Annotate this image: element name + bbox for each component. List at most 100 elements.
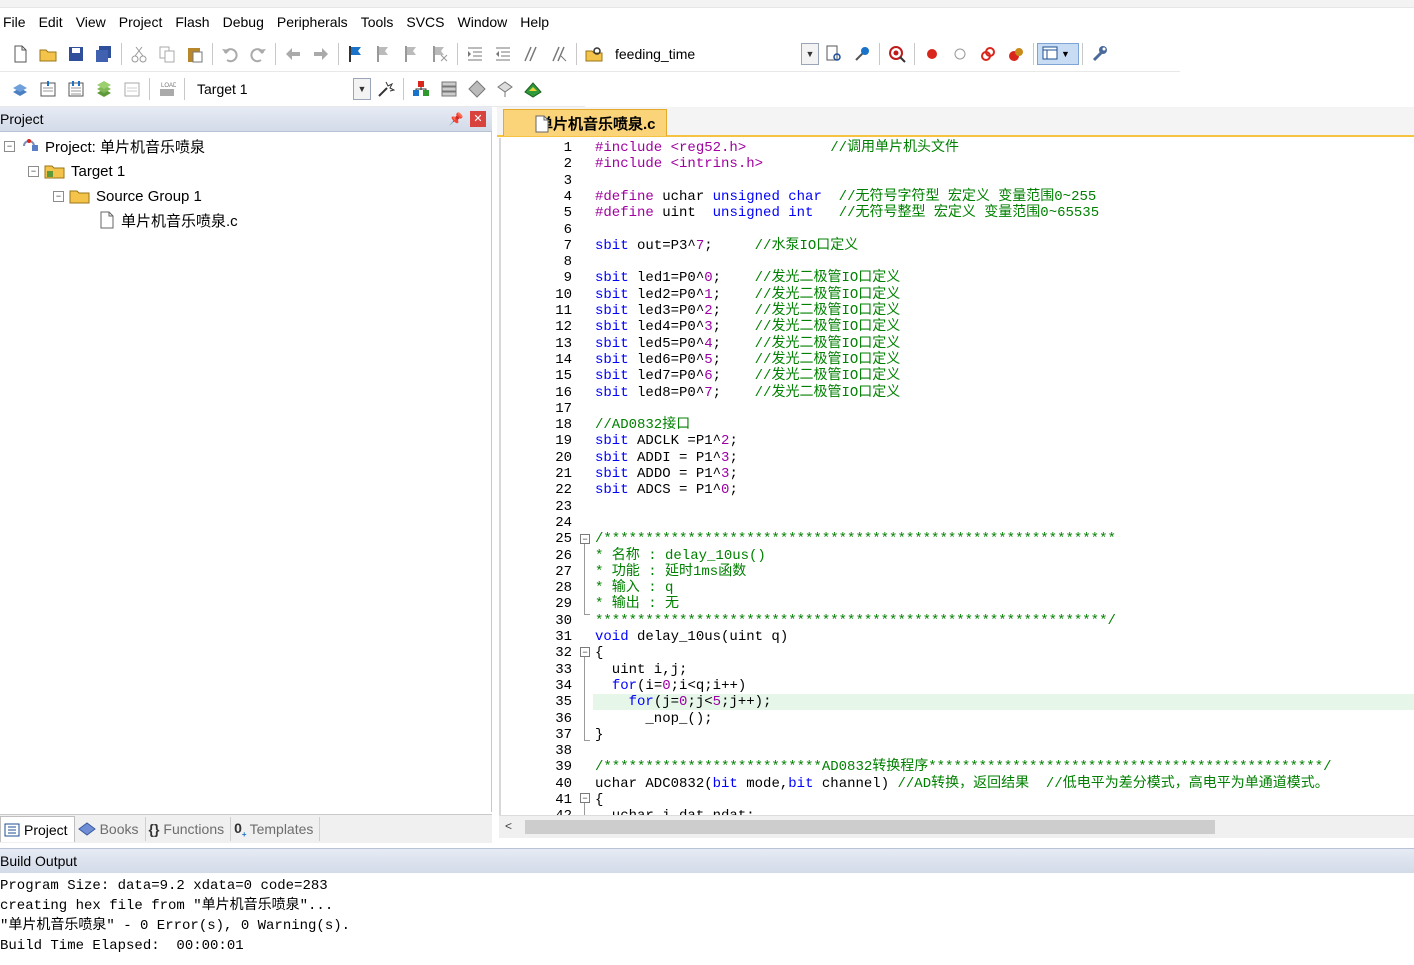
menu-tools[interactable]: Tools xyxy=(357,14,403,30)
menu-file[interactable]: File xyxy=(0,14,35,30)
tab-functions[interactable]: {} Functions xyxy=(146,817,232,841)
chevron-down-icon[interactable]: ▼ xyxy=(801,43,819,65)
code-line[interactable]: sbit led6=P0^5; //发光二极管IO口定义 xyxy=(595,352,900,368)
code-line[interactable]: void delay_10us(uint q) xyxy=(595,629,788,645)
code-line[interactable]: _nop_(); xyxy=(595,711,712,727)
code-line[interactable]: sbit ADCS = P1^0; xyxy=(595,482,738,498)
code-line[interactable]: sbit ADDO = P1^3; xyxy=(595,466,738,482)
copy-icon[interactable] xyxy=(153,41,181,67)
manage-rte-icon[interactable] xyxy=(519,76,547,102)
menu-view[interactable]: View xyxy=(72,14,115,30)
collapse-icon[interactable]: − xyxy=(28,165,39,177)
comment-icon[interactable] xyxy=(517,41,545,67)
chevron-down-icon[interactable]: ▼ xyxy=(353,78,371,100)
collapse-icon[interactable]: − xyxy=(53,190,64,202)
collapse-icon[interactable]: − xyxy=(4,140,15,152)
breakpoint-icon[interactable] xyxy=(918,41,946,67)
code-line[interactable]: #define uint unsigned int //无符号整型 宏定义 变量… xyxy=(595,205,1099,221)
cut-icon[interactable] xyxy=(125,41,153,67)
options-icon[interactable] xyxy=(372,76,400,102)
window-layout-button[interactable]: ▼ xyxy=(1037,43,1079,65)
kill-breakpoints-icon[interactable] xyxy=(974,41,1002,67)
pin-icon[interactable]: 📌 xyxy=(448,112,464,126)
code-editor[interactable]: 1 2 3 4 5 6 7 8 9 10 11 12 13 14 15 16 17 18 19 20 21 22 23 24 2… xyxy=(499,138,1414,815)
menu-flash[interactable]: Flash xyxy=(171,14,218,30)
incremental-find-icon[interactable] xyxy=(820,41,848,67)
file-extensions-icon[interactable] xyxy=(407,76,435,102)
function-combo[interactable]: feeding_time ▼ xyxy=(610,43,820,65)
tree-node-target[interactable]: − Target 1 xyxy=(28,160,125,182)
clear-bookmarks-icon[interactable] xyxy=(426,41,454,67)
forward-icon[interactable] xyxy=(307,41,335,67)
scroll-left-icon[interactable]: < xyxy=(505,819,512,833)
next-bookmark-icon[interactable] xyxy=(398,41,426,67)
prev-bookmark-icon[interactable] xyxy=(370,41,398,67)
code-line[interactable]: sbit ADCLK =P1^2; xyxy=(595,433,738,449)
open-folder-icon[interactable] xyxy=(34,41,62,67)
indent-icon[interactable] xyxy=(461,41,489,67)
tab-books[interactable]: Books xyxy=(75,817,146,841)
close-icon[interactable]: ✕ xyxy=(470,111,486,127)
build-output-panel[interactable]: Program Size: data=9.2 xdata=0 code=283 … xyxy=(0,873,1414,965)
code-line[interactable]: sbit led8=P0^7; //发光二极管IO口定义 xyxy=(595,385,900,401)
code-line[interactable]: * 输入 : q xyxy=(595,580,673,596)
batch-build-icon[interactable] xyxy=(90,76,118,102)
uncomment-icon[interactable] xyxy=(545,41,573,67)
bookmark-icon[interactable] xyxy=(342,41,370,67)
code-line[interactable]: #include <intrins.h> xyxy=(595,156,763,172)
stop-build-icon[interactable] xyxy=(118,76,146,102)
download-icon[interactable]: LOAD xyxy=(153,76,181,102)
fold-toggle-icon[interactable]: − xyxy=(580,647,590,657)
code-line[interactable]: sbit ADDI = P1^3; xyxy=(595,450,738,466)
paste-icon[interactable] xyxy=(181,41,209,67)
code-line[interactable]: uint i,j; xyxy=(595,662,688,678)
code-line[interactable]: sbit led7=P0^6; //发光二极管IO口定义 xyxy=(595,368,900,384)
code-line[interactable]: sbit led1=P0^0; //发光二极管IO口定义 xyxy=(595,270,900,286)
save-all-icon[interactable] xyxy=(90,41,118,67)
find-in-files-icon[interactable] xyxy=(580,41,608,67)
code-line[interactable]: sbit led4=P0^3; //发光二极管IO口定义 xyxy=(595,319,900,335)
code-line[interactable]: for(j=0;j<5;j++); xyxy=(595,694,772,710)
pack-installer-icon[interactable] xyxy=(491,76,519,102)
manage-components-icon[interactable] xyxy=(435,76,463,102)
code-line[interactable]: sbit led2=P0^1; //发光二极管IO口定义 xyxy=(595,287,900,303)
menu-svcs[interactable]: SVCS xyxy=(402,14,453,30)
tab-project[interactable]: Project xyxy=(0,816,75,842)
code-line[interactable]: * 输出 : 无 xyxy=(595,596,679,612)
code-line[interactable]: /***************************************… xyxy=(595,531,1116,547)
select-packs-icon[interactable] xyxy=(463,76,491,102)
target-combo[interactable]: Target 1 ▼ xyxy=(192,78,372,100)
code-line[interactable]: for(i=0;i<q;i++) xyxy=(595,678,746,694)
new-file-icon[interactable] xyxy=(6,41,34,67)
translate-icon[interactable] xyxy=(6,76,34,102)
breakpoint-disabled-icon[interactable] xyxy=(946,41,974,67)
editor-tab-active[interactable]: 单片机音乐喷泉.c xyxy=(503,109,667,136)
fold-toggle-icon[interactable]: − xyxy=(580,534,590,544)
unindent-icon[interactable] xyxy=(489,41,517,67)
debug-icon[interactable] xyxy=(883,41,911,67)
menu-peripherals[interactable]: Peripherals xyxy=(273,14,357,30)
code-line[interactable]: sbit led5=P0^4; //发光二极管IO口定义 xyxy=(595,336,900,352)
code-line[interactable]: /**************************AD0832转换程序***… xyxy=(595,759,1332,775)
tools-wrench-icon[interactable] xyxy=(1086,41,1114,67)
redo-icon[interactable] xyxy=(244,41,272,67)
menu-window[interactable]: Window xyxy=(454,14,517,30)
configure-icon[interactable] xyxy=(848,41,876,67)
horizontal-scrollbar[interactable]: < xyxy=(499,815,1414,838)
kill-all-breakpoints-icon[interactable] xyxy=(1002,41,1030,67)
code-line[interactable]: sbit out=P3^7; //水泵IO口定义 xyxy=(595,238,858,254)
tree-node-file[interactable]: 单片机音乐喷泉.c xyxy=(98,209,238,231)
back-icon[interactable] xyxy=(279,41,307,67)
code-line[interactable]: } xyxy=(595,727,603,743)
menu-project[interactable]: Project xyxy=(115,14,172,30)
code-line[interactable]: uchar i,dat,ndat; xyxy=(595,808,755,815)
code-line[interactable]: * 名称 : delay_10us() xyxy=(595,548,766,564)
undo-icon[interactable] xyxy=(216,41,244,67)
code-line[interactable]: { xyxy=(595,645,603,661)
code-line[interactable]: sbit led3=P0^2; //发光二极管IO口定义 xyxy=(595,303,900,319)
code-line[interactable]: #define uchar unsigned char //无符号字符型 宏定义… xyxy=(595,189,1096,205)
fold-toggle-icon[interactable]: − xyxy=(580,793,590,803)
code-line[interactable]: #include <reg52.h> //调用单片机头文件 xyxy=(595,140,959,156)
code-line[interactable]: * 功能 : 延时1ms函数 xyxy=(595,564,746,580)
save-icon[interactable] xyxy=(62,41,90,67)
